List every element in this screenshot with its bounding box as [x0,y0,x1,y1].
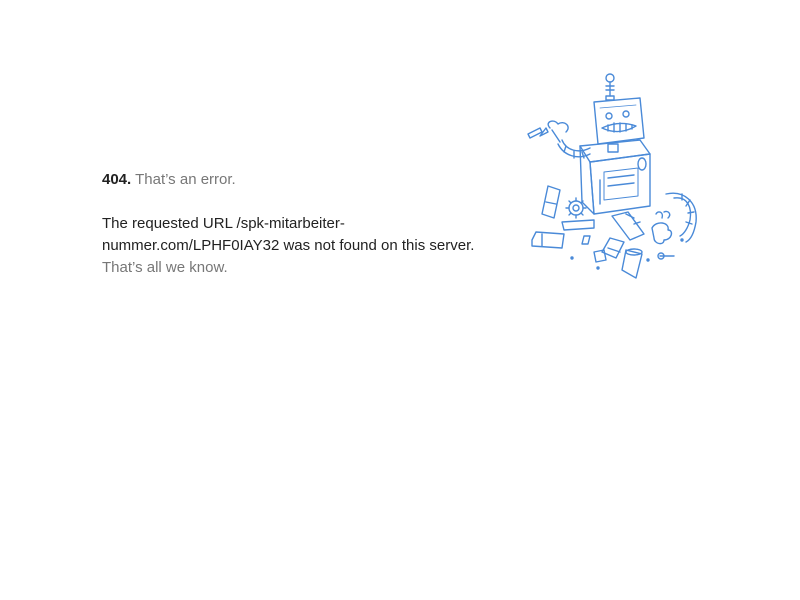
error-footer: That’s all we know. [102,259,228,276]
error-message: The requested URL /spk-mitarbeiter-numme… [102,213,482,279]
error-content: 404. That’s an error. The requested URL … [102,169,482,279]
error-page: 404. That’s an error. The requested URL … [0,0,800,600]
error-code: 404. [102,171,132,188]
error-message-prefix: The requested URL [102,215,237,232]
broken-robot-icon [524,72,702,290]
error-title: That’s an error. [135,171,236,188]
error-headline: 404. That’s an error. [102,169,482,191]
error-message-suffix: was not found on this server. [279,237,475,254]
